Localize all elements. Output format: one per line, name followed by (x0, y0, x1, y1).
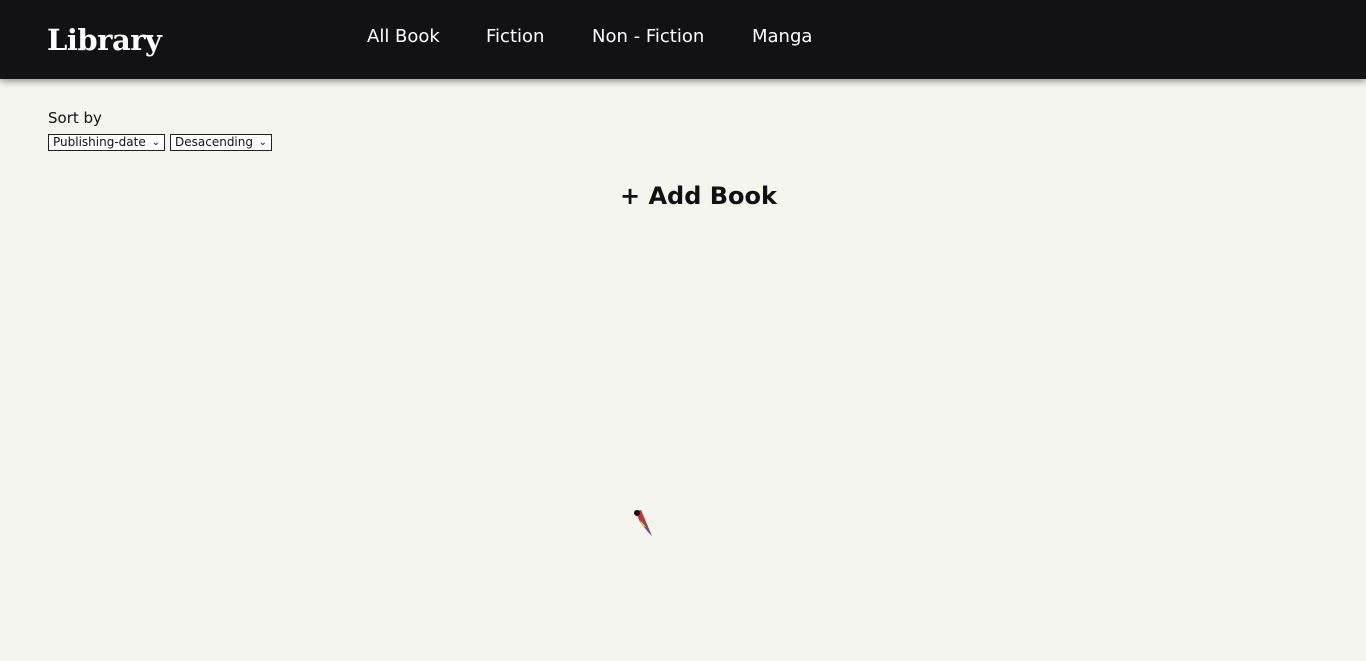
nav-fiction[interactable]: Fiction (486, 24, 544, 50)
sort-label: Sort by (48, 109, 102, 127)
sort-order-value: Desacending (175, 135, 253, 149)
logo[interactable]: Library (47, 20, 162, 60)
sort-order-select[interactable]: Desacending ⌄ (170, 134, 272, 151)
chevron-down-icon: ⌄ (151, 137, 160, 148)
chevron-down-icon: ⌄ (258, 137, 267, 148)
add-book-button[interactable]: + Add Book (620, 180, 777, 212)
nav-all-book[interactable]: All Book (367, 24, 440, 50)
nav-manga[interactable]: Manga (752, 24, 812, 50)
nav-non-fiction[interactable]: Non - Fiction (592, 24, 704, 50)
feather-cursor-icon (634, 510, 652, 536)
sort-field-value: Publishing-date (53, 135, 146, 149)
sort-field-select[interactable]: Publishing-date ⌄ (48, 134, 165, 151)
navbar: Library All Book Fiction Non - Fiction M… (0, 0, 1366, 79)
